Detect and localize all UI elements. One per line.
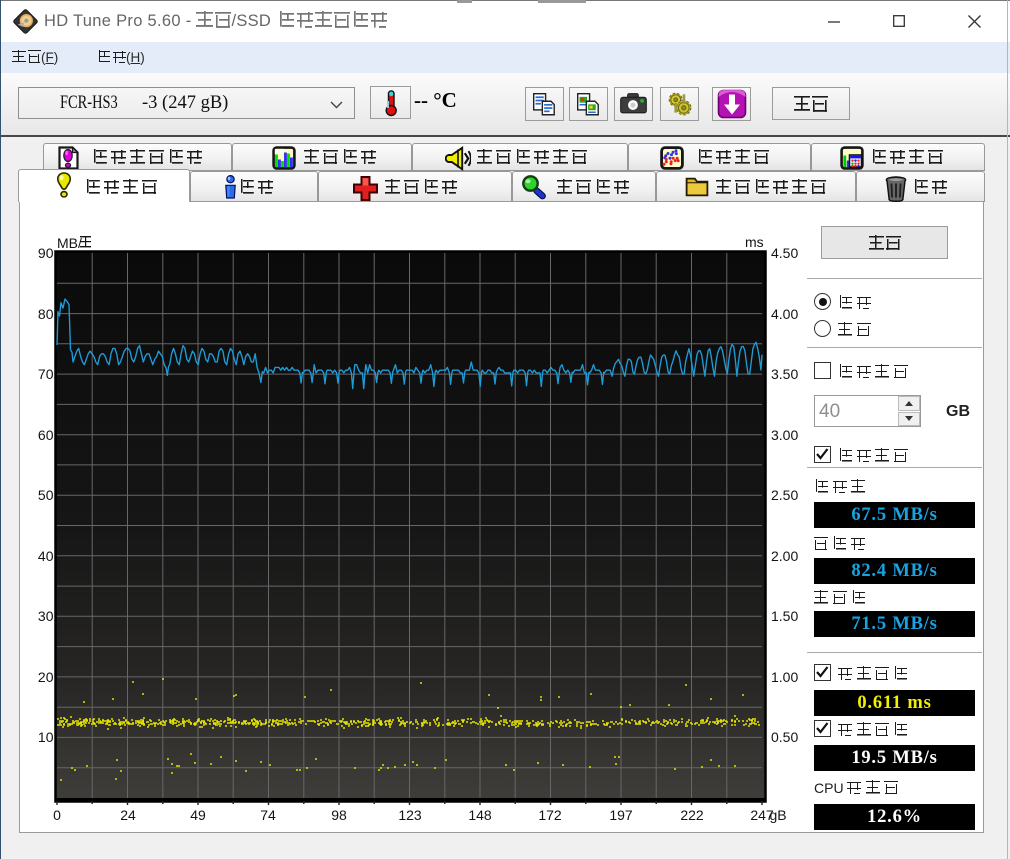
svg-text:0: 0 — [53, 807, 61, 823]
svg-text:40: 40 — [38, 548, 54, 564]
svg-text:98: 98 — [331, 807, 347, 823]
svg-text:gB: gB — [769, 807, 786, 823]
svg-text:60: 60 — [38, 427, 54, 443]
svg-text:MB/: MB/ — [57, 235, 82, 251]
svg-text:3.00: 3.00 — [771, 427, 798, 443]
svg-text:10: 10 — [38, 729, 54, 745]
svg-text:197: 197 — [609, 807, 633, 823]
svg-text:24: 24 — [120, 807, 136, 823]
svg-text:80: 80 — [38, 306, 54, 322]
svg-text:20: 20 — [38, 669, 54, 685]
svg-text:30: 30 — [38, 608, 54, 624]
svg-text:3.50: 3.50 — [771, 366, 798, 382]
svg-text:123: 123 — [398, 807, 422, 823]
svg-text:70: 70 — [38, 366, 54, 382]
svg-text:74: 74 — [260, 807, 276, 823]
svg-text:4.50: 4.50 — [771, 245, 798, 261]
svg-text:ms: ms — [745, 234, 764, 250]
svg-text:0.50: 0.50 — [771, 729, 798, 745]
svg-text:172: 172 — [538, 807, 562, 823]
svg-text:148: 148 — [468, 807, 492, 823]
svg-text:49: 49 — [190, 807, 206, 823]
svg-text:1.50: 1.50 — [771, 608, 798, 624]
svg-text:222: 222 — [680, 807, 704, 823]
svg-text:2.00: 2.00 — [771, 548, 798, 564]
svg-text:4.00: 4.00 — [771, 306, 798, 322]
svg-text:2.50: 2.50 — [771, 487, 798, 503]
svg-text:90: 90 — [38, 245, 54, 261]
svg-text:50: 50 — [38, 487, 54, 503]
svg-text:1.00: 1.00 — [771, 669, 798, 685]
